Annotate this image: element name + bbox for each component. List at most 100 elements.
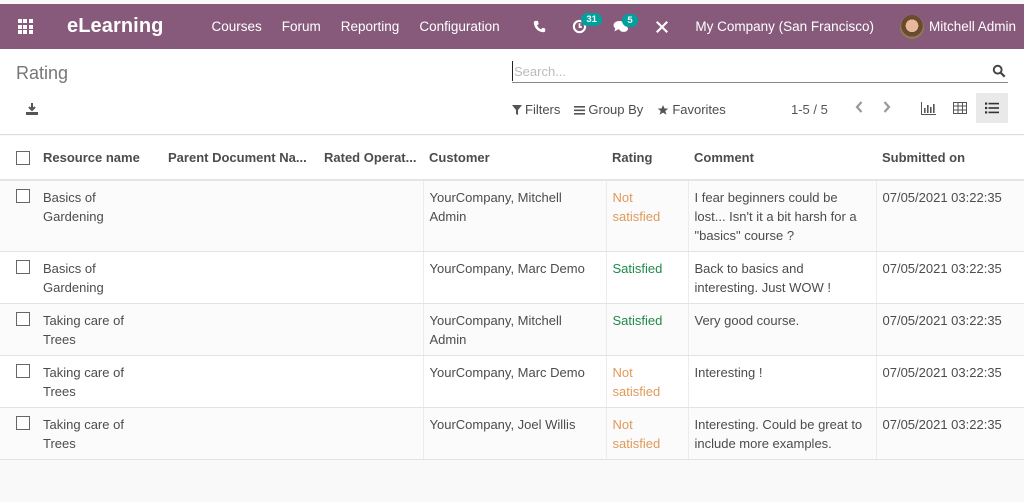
rating-cell: Not satisfied	[605, 355, 688, 408]
search-bar	[512, 61, 1008, 83]
row-select-cell	[0, 180, 37, 252]
comment-cell: Back to basics and interesting. Just WOW…	[687, 251, 876, 304]
customer-cell: YourCompany, Mitchell Admin	[422, 180, 606, 252]
tools-icon	[656, 20, 669, 33]
user-avatar[interactable]	[899, 14, 924, 39]
row-checkbox[interactable]	[16, 189, 30, 203]
table-row[interactable]: Basics of Gardening YourCompany, Marc Dem…	[0, 251, 1024, 304]
app-name[interactable]: eLearning	[67, 15, 163, 38]
phone-button[interactable]	[533, 20, 546, 33]
row-select-cell	[0, 355, 37, 408]
rating-table: Resource name Parent Document Na... Rate…	[0, 136, 1024, 460]
filters-label: Filters	[525, 102, 561, 117]
pager-nav	[845, 101, 901, 113]
select-all-cell	[0, 136, 37, 181]
bars-icon	[574, 105, 586, 115]
column-header-rating[interactable]: Rating	[606, 136, 688, 181]
table-row[interactable]: Basics of Gardening YourCompany, Mitchell…	[0, 180, 1024, 252]
customer-cell: YourCompany, Mitchell Admin	[422, 303, 606, 356]
comment-cell: Very good course.	[687, 303, 876, 356]
activity-count-badge: 31	[581, 13, 602, 26]
systray: 31 5 My Company (San Francisco) Mitchell…	[533, 4, 1024, 49]
resource-name-cell: Taking care of Trees	[37, 355, 162, 408]
menu-courses[interactable]: Courses	[211, 19, 261, 34]
star-icon	[658, 104, 669, 115]
comment-cell: I fear beginners could be lost... Isn't …	[687, 180, 876, 252]
pivot-view-button[interactable]	[944, 93, 976, 123]
row-select-cell	[0, 251, 37, 304]
group-by-label: Group By	[588, 102, 644, 117]
submitted-on-cell: 07/05/2021 03:22:35	[875, 180, 1024, 252]
row-checkbox[interactable]	[16, 416, 30, 430]
chevron-left-icon	[855, 101, 863, 113]
table-header: Resource name Parent Document Na... Rate…	[0, 136, 1024, 181]
submitted-on-cell: 07/05/2021 03:22:35	[875, 407, 1024, 460]
row-checkbox[interactable]	[16, 260, 30, 274]
company-switcher[interactable]: My Company (San Francisco)	[695, 19, 874, 34]
menu-configuration[interactable]: Configuration	[419, 19, 499, 34]
table-row[interactable]: Taking care of Trees YourCompany, Joel Wi…	[0, 407, 1024, 460]
search-input[interactable]	[512, 61, 982, 81]
parent-document-cell	[162, 251, 318, 304]
list-icon	[985, 102, 999, 114]
resource-name-cell: Basics of Gardening	[37, 180, 162, 252]
bar-chart-icon	[920, 101, 936, 115]
row-checkbox[interactable]	[16, 312, 30, 326]
submitted-on-cell: 07/05/2021 03:22:35	[875, 355, 1024, 408]
pager-next-button[interactable]	[873, 101, 901, 113]
rated-operator-cell	[318, 180, 423, 252]
column-header-submitted-on[interactable]: Submitted on	[876, 136, 1024, 181]
user-menu[interactable]: Mitchell Admin	[929, 19, 1016, 34]
menu-forum[interactable]: Forum	[282, 19, 321, 34]
pager-value[interactable]: 1-5 / 5	[791, 102, 828, 117]
activity-button[interactable]: 31	[572, 13, 602, 34]
menu-reporting[interactable]: Reporting	[341, 19, 400, 34]
select-all-checkbox[interactable]	[16, 151, 30, 166]
messages-button[interactable]: 5	[613, 13, 638, 34]
group-by-button[interactable]: Group By	[574, 102, 643, 117]
row-checkbox[interactable]	[16, 364, 30, 378]
chevron-right-icon	[883, 101, 891, 113]
row-select-cell	[0, 303, 37, 356]
filter-icon	[512, 104, 522, 115]
column-header-parent-document[interactable]: Parent Document Na...	[162, 136, 318, 181]
rating-cell: Not satisfied	[605, 407, 688, 460]
search-icon[interactable]	[992, 64, 1006, 78]
table-icon	[953, 102, 967, 114]
table-row[interactable]: Taking care of Trees YourCompany, Mitchel…	[0, 303, 1024, 356]
rating-cell: Satisfied	[605, 303, 688, 356]
message-count-badge: 5	[622, 13, 638, 27]
parent-document-cell	[162, 303, 318, 356]
main-menu: Courses Forum Reporting Configuration	[211, 19, 519, 34]
download-icon	[26, 103, 38, 115]
customer-cell: YourCompany, Marc Demo	[422, 355, 606, 408]
favorites-button[interactable]: Favorites	[657, 102, 726, 117]
phone-icon	[534, 20, 546, 33]
submitted-on-cell: 07/05/2021 03:22:35	[875, 303, 1024, 356]
resource-name-cell: Basics of Gardening	[37, 251, 162, 304]
table-row[interactable]: Taking care of Trees YourCompany, Marc De…	[0, 355, 1024, 408]
column-header-rated-operator[interactable]: Rated Operat...	[318, 136, 423, 181]
customer-cell: YourCompany, Joel Willis	[422, 407, 606, 460]
rating-list: Resource name Parent Document Na... Rate…	[0, 136, 1024, 460]
search-options: Filters Group By Favorites	[512, 102, 740, 117]
list-view-button[interactable]	[976, 93, 1008, 123]
filters-button[interactable]: Filters	[512, 102, 560, 117]
submitted-on-cell: 07/05/2021 03:22:35	[875, 251, 1024, 304]
apps-menu-button[interactable]	[0, 4, 50, 49]
debug-tools-button[interactable]	[655, 20, 669, 34]
resource-name-cell: Taking care of Trees	[37, 407, 162, 460]
parent-document-cell	[162, 180, 318, 252]
rated-operator-cell	[318, 355, 423, 408]
row-select-cell	[0, 407, 37, 460]
page-title: Rating	[16, 63, 69, 83]
column-header-comment[interactable]: Comment	[688, 136, 876, 181]
column-header-resource[interactable]: Resource name	[37, 136, 162, 181]
apps-grid-icon	[17, 19, 33, 34]
export-button[interactable]	[25, 102, 39, 116]
column-header-customer[interactable]: Customer	[423, 136, 606, 181]
comment-cell: Interesting. Could be great to include m…	[687, 407, 876, 460]
graph-view-button[interactable]	[912, 93, 944, 123]
parent-document-cell	[162, 355, 318, 408]
pager-previous-button[interactable]	[845, 101, 873, 113]
